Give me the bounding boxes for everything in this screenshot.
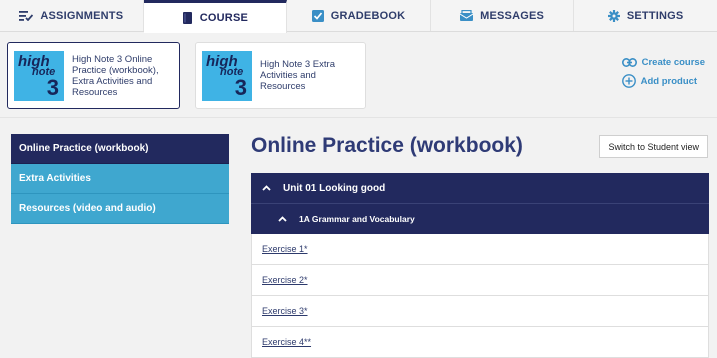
tab-label: ASSIGNMENTS [40,9,124,22]
sidebar-item-extra-activities[interactable]: Extra Activities [11,164,229,194]
course-actions: Create course Add product [621,57,705,94]
link-icon [621,58,637,67]
lesson-title: 1A Grammar and Vocabulary [299,214,415,224]
sidebar: Online Practice (workbook) Extra Activit… [11,134,229,224]
course-content-list: Unit 01 Looking good 1A Grammar and Voca… [251,173,709,358]
high-note-logo: high note 3 [202,50,252,101]
tab-label: COURSE [199,12,249,24]
sidebar-item-label: Online Practice (workbook) [19,143,149,154]
product-card-title: High Note 3 Extra Activities and Resourc… [260,59,335,92]
tab-messages[interactable]: MESSAGES [431,0,575,31]
sidebar-item-online-practice[interactable]: Online Practice (workbook) [11,134,229,164]
product-card-online-practice[interactable]: high note 3 High Note 3 Online Practice … [7,42,180,109]
add-product-link[interactable]: Add product [621,74,705,88]
exercise-link[interactable]: Exercise 2* [262,275,308,285]
product-cards-bar: high note 3 High Note 3 Online Practice … [0,33,717,118]
sidebar-item-resources[interactable]: Resources (video and audio) [11,194,229,224]
list-item: Exercise 2* [251,265,709,296]
tab-assignments[interactable]: ASSIGNMENTS [0,0,144,31]
unit-row[interactable]: Unit 01 Looking good [251,173,709,204]
product-card-extra-activities[interactable]: high note 3 High Note 3 Extra Activities… [195,42,366,109]
list-item: Exercise 1* [251,234,709,265]
tab-course[interactable]: COURSE [143,0,288,33]
tab-settings[interactable]: SETTINGS [574,0,717,31]
lesson-row[interactable]: 1A Grammar and Vocabulary [251,204,709,234]
add-product-label: Add product [640,75,698,87]
chevron-up-icon [262,185,271,191]
product-card-title: High Note 3 Online Practice (workbook), … [72,53,159,98]
create-course-label: Create course [641,57,705,68]
assignments-icon [19,10,34,21]
create-course-link[interactable]: Create course [621,57,705,68]
sidebar-item-label: Extra Activities [19,173,91,184]
plus-circle-icon [621,74,636,88]
page-title: Online Practice (workbook) [251,134,523,157]
chevron-up-icon [278,216,287,222]
tab-label: SETTINGS [626,9,684,22]
list-item: Exercise 3* [251,296,709,327]
tab-label: MESSAGES [480,9,545,22]
gear-icon [607,9,620,22]
high-note-logo: high note 3 [14,50,64,101]
top-navigation: ASSIGNMENTS COURSE GRADEBOOK MESSAGES SE… [0,0,717,33]
exercise-link[interactable]: Exercise 3* [262,306,308,316]
list-item: Exercise 4** [251,327,709,358]
gradebook-icon [311,9,324,22]
sidebar-item-label: Resources (video and audio) [19,203,156,214]
messages-icon [460,10,474,21]
exercise-link[interactable]: Exercise 1* [262,244,308,254]
unit-title: Unit 01 Looking good [283,182,386,194]
tab-gradebook[interactable]: GRADEBOOK [287,0,431,31]
exercise-link[interactable]: Exercise 4** [262,337,311,347]
book-icon [182,11,193,25]
switch-to-student-view-button[interactable]: Switch to Student view [599,135,708,158]
tab-label: GRADEBOOK [330,9,406,22]
